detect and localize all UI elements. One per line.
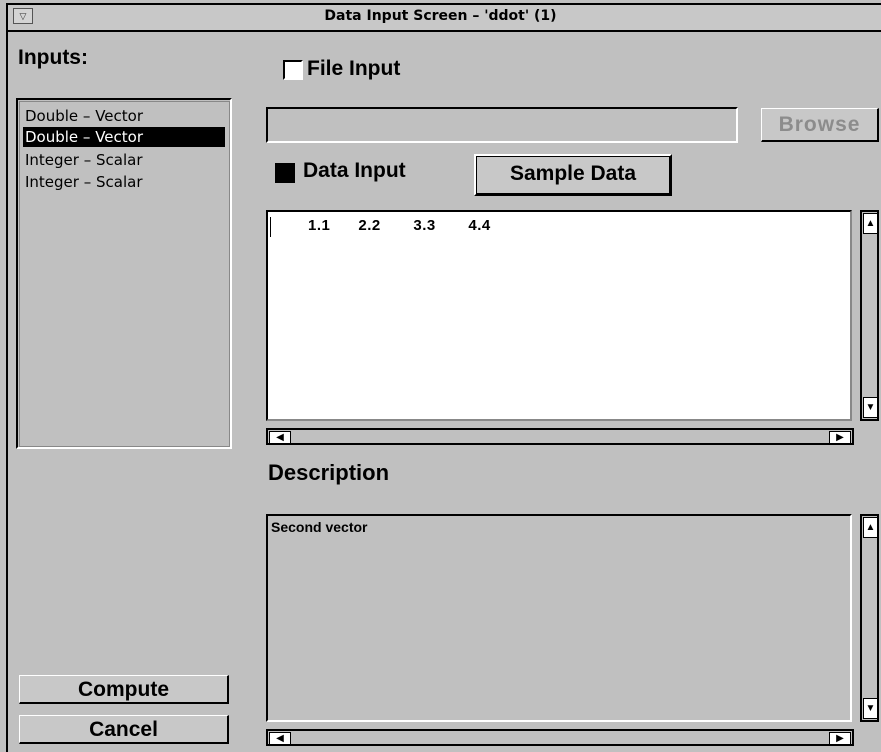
file-input-label[interactable]: File Input — [307, 57, 400, 81]
description-label: Description — [268, 460, 390, 485]
scroll-down-icon[interactable]: ▼ — [863, 397, 878, 418]
window-title: Data Input Screen – 'ddot' (1) — [324, 8, 557, 24]
scroll-left-icon[interactable]: ◀ — [269, 732, 291, 745]
scroll-down-icon[interactable]: ▼ — [863, 698, 878, 719]
text-cursor — [270, 217, 271, 237]
scroll-up-icon[interactable]: ▲ — [863, 213, 878, 234]
scroll-right-icon[interactable]: ▶ — [829, 732, 851, 745]
list-item-double-vector-2[interactable]: Double – Vector — [23, 127, 225, 147]
compute-button[interactable]: Compute — [19, 675, 229, 704]
window-frame-left — [6, 3, 8, 752]
inputs-list[interactable]: Double – Vector Double – Vector Integer … — [16, 98, 232, 449]
scroll-left-icon[interactable]: ◀ — [269, 431, 291, 444]
description-text: Second vector — [271, 519, 368, 535]
file-path-input[interactable] — [266, 107, 738, 143]
data-values-textarea[interactable] — [266, 210, 852, 421]
description-vertical-scrollbar[interactable]: ▲ ▼ — [860, 514, 879, 722]
description-horizontal-scrollbar[interactable]: ◀ ▶ — [266, 729, 854, 746]
file-input-checkbox[interactable] — [283, 60, 303, 80]
data-input-checkbox[interactable] — [275, 163, 295, 183]
cancel-button[interactable]: Cancel — [19, 715, 229, 744]
description-textarea[interactable] — [266, 514, 852, 722]
scroll-right-icon[interactable]: ▶ — [829, 431, 851, 444]
inputs-label: Inputs: — [18, 46, 88, 69]
browse-button[interactable]: Browse — [761, 108, 879, 142]
data-values-text: 1.1 2.2 3.3 4.4 — [308, 217, 491, 234]
list-item-double-vector-1[interactable]: Double – Vector — [23, 106, 225, 126]
sample-data-button[interactable]: Sample Data — [474, 154, 672, 196]
data-horizontal-scrollbar[interactable]: ◀ ▶ — [266, 428, 854, 445]
data-input-label[interactable]: Data Input — [303, 159, 406, 183]
list-item-integer-scalar-1[interactable]: Integer – Scalar — [23, 150, 225, 170]
list-item-integer-scalar-2[interactable]: Integer – Scalar — [23, 172, 225, 192]
scroll-up-icon[interactable]: ▲ — [863, 517, 878, 538]
data-vertical-scrollbar[interactable]: ▲ ▼ — [860, 210, 879, 421]
